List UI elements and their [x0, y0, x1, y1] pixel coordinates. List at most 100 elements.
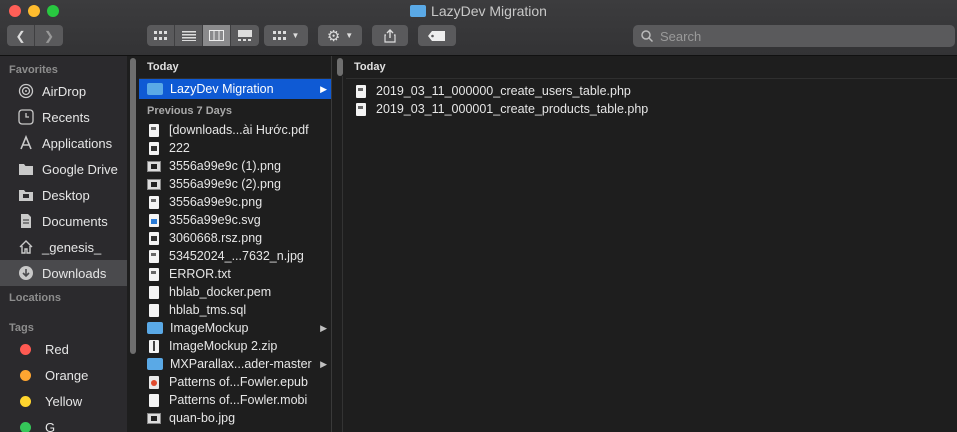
sidebar-item-airdrop[interactable]: AirDrop — [0, 78, 127, 104]
file-name: 3556a99e9c.png — [169, 195, 263, 209]
file-row[interactable]: 3556a99e9c (1).png — [139, 157, 331, 175]
sidebar-section-tags[interactable]: Tags — [0, 314, 127, 336]
document-icon — [356, 84, 366, 98]
group-by-button[interactable]: ▼ — [264, 25, 308, 46]
sidebar-item-label: Google Drive — [42, 161, 118, 177]
file-name: 2019_03_11_000000_create_users_table.php — [376, 84, 631, 98]
file-row[interactable]: Patterns of...Fowler.epub — [139, 373, 331, 391]
column-view-button[interactable] — [203, 25, 231, 46]
sidebar-tag-red[interactable]: Red — [0, 336, 127, 362]
document-icon — [149, 249, 159, 263]
list-view-icon — [181, 30, 196, 41]
group-grid-icon — [272, 30, 286, 40]
list-view-button[interactable] — [175, 25, 203, 46]
folder-row[interactable]: LazyDev Migration ▶ — [139, 79, 331, 99]
file-name: MXParallax...ader-master — [170, 357, 312, 371]
home-icon — [17, 238, 35, 256]
file-row[interactable]: 3556a99e9c.svg — [139, 211, 331, 229]
column-view-icon — [209, 30, 224, 41]
chevron-down-icon: ▼ — [345, 31, 354, 40]
file-name: ImageMockup — [170, 321, 249, 335]
file-name: 3556a99e9c (1).png — [169, 159, 281, 173]
file-name: quan-bo.jpg — [169, 411, 236, 425]
folder-icon — [147, 322, 163, 334]
downloads-icon — [17, 264, 35, 282]
image-file-icon — [147, 178, 161, 190]
disclosure-arrow-icon: ▶ — [320, 83, 327, 94]
airdrop-icon — [17, 82, 35, 100]
file-row[interactable]: 3556a99e9c.png — [139, 193, 331, 211]
file-name: 222 — [169, 141, 190, 155]
folder-icon — [147, 358, 163, 370]
file-row[interactable]: 3556a99e9c (2).png — [139, 175, 331, 193]
file-row[interactable]: hblab_docker.pem — [139, 283, 331, 301]
document-icon — [149, 123, 159, 137]
disclosure-arrow-icon: ▶ — [320, 322, 327, 333]
file-name: 3556a99e9c.svg — [169, 213, 261, 227]
sidebar-item-label: Downloads — [42, 265, 107, 281]
file-row[interactable]: Patterns of...Fowler.mobi — [139, 391, 331, 409]
document-icon — [149, 303, 159, 317]
sidebar-item-label: AirDrop — [42, 83, 87, 99]
scrollbar-thumb[interactable] — [130, 58, 136, 354]
share-button[interactable] — [372, 25, 408, 46]
file-row[interactable]: 2019_03_11_000000_create_users_table.php — [346, 82, 957, 100]
image-file-icon — [147, 412, 161, 424]
file-row[interactable]: 53452024_...7632_n.jpg — [139, 247, 331, 265]
folder-row[interactable]: ImageMockup ▶ — [139, 319, 331, 337]
folder-icon — [17, 160, 35, 178]
sidebar-item-downloads[interactable]: Downloads — [0, 260, 127, 286]
scrollbar[interactable] — [335, 56, 346, 432]
sidebar-item-documents[interactable]: Documents — [0, 208, 127, 234]
gallery-view-button[interactable] — [231, 25, 259, 46]
search-input[interactable] — [658, 27, 942, 45]
file-name: LazyDev Migration — [170, 82, 274, 96]
tag-button[interactable] — [418, 25, 456, 46]
folder-row[interactable]: MXParallax...ader-master ▶ — [139, 355, 331, 373]
file-row[interactable]: hblab_tms.sql — [139, 301, 331, 319]
sidebar: Favorites AirDrop Recents Applications Goog… — [0, 56, 127, 432]
sidebar-item-genesis[interactable]: _genesis_ — [0, 234, 127, 260]
icon-view-button[interactable] — [147, 25, 175, 46]
scrollbar[interactable] — [128, 56, 139, 432]
sidebar-item-label: Applications — [42, 135, 113, 151]
chevron-right-icon: ❯ — [43, 28, 55, 43]
sidebar-tag-orange[interactable]: Orange — [0, 362, 127, 388]
sidebar-item-recents[interactable]: Recents — [0, 104, 127, 130]
file-row[interactable]: 222 — [139, 139, 331, 157]
file-row[interactable]: ImageMockup 2.zip — [139, 337, 331, 355]
sidebar-section-locations[interactable]: Locations — [0, 286, 127, 314]
file-name: Patterns of...Fowler.epub — [169, 375, 308, 389]
file-row[interactable]: 2019_03_11_000001_create_products_table.… — [346, 100, 957, 118]
file-row[interactable]: quan-bo.jpg — [139, 409, 331, 427]
file-row[interactable]: ERROR.txt — [139, 265, 331, 283]
column-browser-column-2: Today 2019_03_11_000000_create_users_tab… — [332, 56, 957, 432]
sidebar-item-label: Desktop — [42, 187, 90, 203]
chevron-left-icon: ❮ — [15, 28, 26, 43]
icon-view-icon — [153, 30, 167, 40]
file-row[interactable]: [downloads...ài Hước.pdf — [139, 121, 331, 139]
sidebar-item-applications[interactable]: Applications — [0, 130, 127, 156]
search-field[interactable] — [633, 25, 955, 47]
file-name: hblab_tms.sql — [169, 303, 247, 317]
sidebar-tag-yellow[interactable]: Yellow — [0, 388, 127, 414]
sidebar-tag-g[interactable]: G — [0, 414, 127, 432]
back-forward-control: ❮ ❯ — [7, 25, 63, 46]
folder-icon — [410, 5, 427, 17]
zip-file-icon — [149, 339, 159, 353]
document-icon — [356, 102, 366, 116]
sidebar-item-google-drive[interactable]: Google Drive — [0, 156, 127, 182]
scrollbar-thumb[interactable] — [337, 58, 343, 76]
tag-color-dot — [20, 369, 31, 381]
file-name: hblab_docker.pem — [169, 285, 272, 299]
forward-button[interactable]: ❯ — [35, 25, 63, 46]
sidebar-item-desktop[interactable]: Desktop — [0, 182, 127, 208]
tag-color-dot — [20, 421, 31, 432]
desktop-icon — [17, 186, 35, 204]
gear-icon: ⚙ — [326, 27, 341, 45]
document-icon — [149, 213, 159, 227]
back-button[interactable]: ❮ — [7, 25, 35, 46]
action-button[interactable]: ⚙ ▼ — [318, 25, 362, 46]
file-row[interactable]: 3060668.rsz.png — [139, 229, 331, 247]
column-header-today: Today — [139, 56, 331, 79]
